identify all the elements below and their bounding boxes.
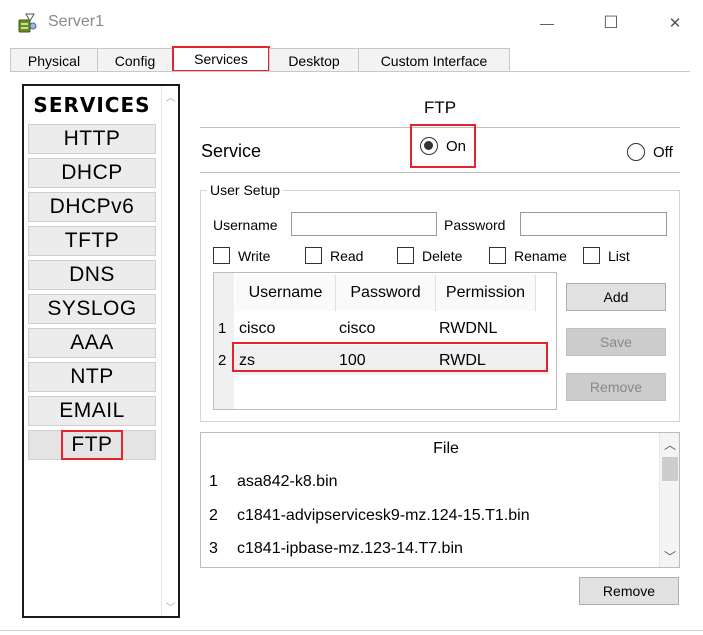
sidebar-item-syslog[interactable]: SYSLOG [28, 294, 156, 324]
save-user-button[interactable]: Save [566, 328, 666, 356]
services-sidebar: SERVICES HTTP DHCP DHCPv6 TFTP DNS SYSLO… [22, 84, 180, 618]
row-number: 1 [209, 473, 218, 490]
sidebar-item-aaa[interactable]: AAA [28, 328, 156, 358]
minimize-button[interactable]: — [524, 8, 570, 38]
user-setup-legend: User Setup [210, 182, 281, 198]
minimize-icon: — [540, 15, 554, 31]
sidebar-item-email[interactable]: EMAIL [28, 396, 156, 426]
column-header-file[interactable]: File [233, 435, 659, 463]
list-item[interactable]: 2 c1841-advipservicesk9-mz.124-15.T1.bin [201, 501, 657, 533]
row-number: 2 [209, 507, 218, 524]
tab-services[interactable]: Services [172, 46, 270, 72]
column-header-username[interactable]: Username [236, 275, 336, 311]
row-number: 1 [218, 320, 227, 337]
radio-on-indicator [420, 137, 438, 155]
bottom-divider [0, 630, 703, 631]
user-table: Username Password Permission 1 cisco cis… [213, 272, 557, 410]
cell-password: cisco [339, 320, 376, 337]
column-header-permission[interactable]: Permission [436, 275, 536, 311]
service-off-radio[interactable]: Off [627, 143, 673, 161]
title-bar: Server1 — ☐ ✕ [0, 0, 703, 44]
service-on-highlight: On [410, 124, 476, 168]
write-checkbox[interactable]: Write [213, 247, 270, 264]
row-number: 3 [209, 540, 218, 557]
file-name: asa842-k8.bin [237, 473, 338, 490]
sidebar-item-dns[interactable]: DNS [28, 260, 156, 290]
cell-username: cisco [239, 320, 276, 337]
remove-file-button[interactable]: Remove [579, 577, 679, 605]
row-zs-highlight [232, 342, 548, 372]
add-user-button[interactable]: Add [566, 283, 666, 311]
sidebar-item-tftp[interactable]: TFTP [28, 226, 156, 256]
password-input[interactable] [520, 212, 667, 236]
list-item[interactable]: 3 c1841-ipbase-mz.123-14.T7.bin [201, 534, 657, 566]
file-name: c1841-advipservicesk9-mz.124-15.T1.bin [237, 507, 530, 524]
tab-physical[interactable]: Physical [10, 48, 98, 72]
list-item[interactable]: 1 asa842-k8.bin [201, 467, 657, 499]
scroll-up-icon[interactable]: ︿ [660, 435, 680, 453]
sidebar-item-dhcpv6[interactable]: DHCPv6 [28, 192, 156, 222]
tab-config[interactable]: Config [97, 48, 173, 72]
sidebar-scrollbar[interactable]: ︿ ﹀ [161, 86, 178, 616]
file-table-scrollbar[interactable]: ︿ ﹀ [659, 433, 679, 567]
scroll-up-icon[interactable]: ︿ [162, 88, 179, 104]
file-table: File 1 asa842-k8.bin 2 c1841-advipservic… [200, 432, 680, 568]
tab-custom-interface[interactable]: Custom Interface [358, 48, 510, 72]
close-button[interactable]: ✕ [652, 8, 698, 38]
column-header-password[interactable]: Password [336, 275, 436, 311]
ftp-panel-title: FTP [423, 98, 457, 117]
service-on-radio[interactable]: On [420, 137, 466, 155]
sidebar-item-dhcp[interactable]: DHCP [28, 158, 156, 188]
sidebar-item-ftp[interactable]: FTP [28, 430, 156, 460]
scroll-thumb[interactable] [662, 457, 678, 481]
radio-off-indicator [627, 143, 645, 161]
maximize-button[interactable]: ☐ [588, 8, 634, 38]
server-app-icon [18, 13, 37, 33]
tab-desktop[interactable]: Desktop [269, 48, 359, 72]
maximize-icon: ☐ [603, 13, 619, 32]
close-icon: ✕ [668, 15, 682, 32]
tab-divider [10, 71, 690, 72]
file-name: c1841-ipbase-mz.123-14.T7.bin [237, 540, 463, 557]
username-input[interactable] [291, 212, 437, 236]
username-label: Username [213, 217, 278, 233]
sidebar-item-ntp[interactable]: NTP [28, 362, 156, 392]
service-divider [200, 172, 680, 173]
row-number: 2 [218, 352, 227, 369]
tab-bar: Physical Config Services Desktop Custom … [10, 46, 510, 72]
ftp-selected-highlight: FTP [61, 430, 123, 460]
cell-permission: RWDNL [439, 320, 498, 337]
delete-checkbox[interactable]: Delete [397, 247, 462, 264]
scroll-down-icon[interactable]: ﹀ [660, 547, 680, 565]
services-header: SERVICES [33, 93, 151, 117]
service-label: Service [201, 141, 262, 161]
rename-checkbox[interactable]: Rename [489, 247, 567, 264]
sidebar-item-http[interactable]: HTTP [28, 124, 156, 154]
remove-user-button[interactable]: Remove [566, 373, 666, 401]
table-row[interactable]: 1 cisco cisco RWDNL [214, 313, 556, 345]
read-checkbox[interactable]: Read [305, 247, 363, 264]
list-checkbox[interactable]: List [583, 247, 630, 264]
scroll-down-icon[interactable]: ﹀ [162, 598, 179, 614]
window-title: Server1 [48, 13, 105, 30]
password-label: Password [444, 217, 506, 233]
